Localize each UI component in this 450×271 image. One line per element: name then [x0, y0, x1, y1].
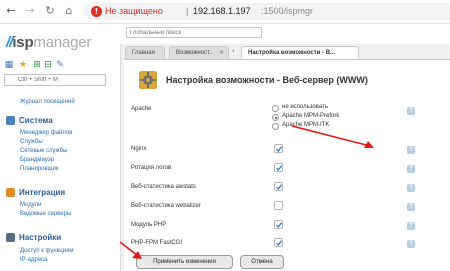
checkmark-icon	[276, 222, 282, 228]
tab-label: Настройка возможности - В...	[248, 50, 336, 56]
browser-toolbar: ← → ↻ ⌂ ! Не защищено | 192.168.1.197 :1…	[0, 0, 450, 24]
grid-icon[interactable]: ▦	[4, 60, 14, 70]
settings-icon	[6, 233, 15, 242]
system-icon	[6, 116, 15, 125]
ispmanager-logo[interactable]: //ispmanager	[6, 34, 91, 51]
tab-label: Возможност..	[176, 50, 213, 56]
radio-label: Apache MPM-Prefork	[282, 113, 340, 119]
close-icon[interactable]: ×	[219, 47, 224, 59]
webalizer-checkbox[interactable]	[274, 201, 283, 210]
sidebar-section-title: Система	[19, 116, 53, 125]
help-icon[interactable]: ?	[407, 107, 415, 115]
help-icon[interactable]: ?	[407, 165, 415, 173]
radio-button[interactable]	[272, 123, 279, 130]
sidebar-item-scheduler[interactable]: Планировщик	[20, 166, 59, 172]
awstats-label: Веб-статистика awstats	[131, 184, 196, 190]
tab-feature-settings[interactable]: Настройка возможности - В...	[241, 46, 359, 59]
apply-changes-button[interactable]: Применить изменения	[136, 255, 233, 269]
chevron-left-icon[interactable]: ‹	[232, 47, 235, 55]
main-area: Главная Возможност.. × ‹ Настройка возмо…	[120, 44, 450, 271]
php-fpm-label: PHP-FPM FastCGI	[131, 240, 183, 246]
help-icon[interactable]: ?	[407, 146, 415, 154]
sidebar-item-firewall[interactable]: Брандмауэр	[20, 157, 54, 163]
radio-label: не использовать	[282, 104, 328, 110]
php-module-label: Модуль PHP	[131, 222, 167, 228]
php-module-checkbox[interactable]	[274, 220, 283, 229]
checkmark-icon	[276, 184, 282, 190]
help-icon[interactable]: ?	[407, 184, 415, 192]
page-title: Настройка возможности - Веб-сервер (WWW)	[166, 75, 368, 85]
expand-icon[interactable]: ⊞	[32, 60, 42, 70]
menu-search-input[interactable]	[4, 74, 106, 86]
cancel-button[interactable]: Отмена	[240, 255, 284, 269]
sidebar-item-visit-log[interactable]: Журнал посещений	[20, 99, 75, 105]
radio-button[interactable]	[272, 114, 279, 121]
pin-icon[interactable]: ✎	[55, 60, 65, 70]
url-host[interactable]: 192.168.1.197	[193, 6, 251, 16]
sidebar-item-network-services[interactable]: Сетевые службы	[20, 148, 67, 154]
checkmark-icon	[276, 146, 282, 152]
sidebar-item-file-manager[interactable]: Менеджер файлов	[20, 130, 73, 136]
gear-icon	[139, 71, 157, 89]
forward-arrow-icon[interactable]: →	[23, 4, 37, 18]
log-rotation-label: Ротация логов	[131, 165, 172, 171]
tab-label: Главная	[132, 50, 155, 56]
sidebar: ▦ ★ ⊞ ⊟ ✎ ⌕ Журнал посещений Система Мен…	[0, 57, 110, 271]
back-arrow-icon[interactable]: ←	[4, 4, 18, 18]
sidebar-item-services[interactable]: Службы	[20, 139, 43, 145]
checkmark-icon	[276, 165, 282, 171]
sidebar-item-ip-addresses[interactable]: IP-адреса	[20, 257, 48, 263]
webalizer-label: Веб-статистика webalizer	[131, 203, 201, 209]
nginx-checkbox[interactable]	[274, 144, 283, 153]
apache-label: Apache	[131, 106, 152, 112]
insecure-label[interactable]: Не защищено	[105, 6, 163, 16]
sidebar-item-modules[interactable]: Модули	[20, 202, 42, 208]
global-search-input[interactable]	[126, 27, 262, 38]
integration-icon	[6, 188, 15, 197]
radio-label: Apache MPM-ITK	[282, 122, 330, 128]
log-rotation-checkbox[interactable]	[274, 163, 283, 172]
star-icon[interactable]: ★	[18, 60, 28, 70]
checkmark-icon	[276, 240, 282, 246]
sidebar-section-title: Настройки	[19, 233, 62, 242]
help-icon[interactable]: ?	[407, 203, 415, 211]
help-icon[interactable]: ?	[407, 240, 415, 248]
sidebar-section-title: Интеграция	[19, 188, 66, 197]
feature-settings-form: Настройка возможности - Веб-сервер (WWW)…	[124, 59, 450, 271]
url-separator: |	[186, 6, 189, 16]
radio-button[interactable]	[272, 105, 279, 112]
warning-icon[interactable]: !	[91, 6, 102, 17]
tab-features[interactable]: Возможност.. ×	[169, 46, 229, 59]
awstats-checkbox[interactable]	[274, 182, 283, 191]
tab-main[interactable]: Главная	[125, 46, 165, 59]
sidebar-item-function-access[interactable]: Доступ к функциям	[20, 248, 73, 254]
home-icon[interactable]: ⌂	[62, 4, 76, 18]
reload-icon[interactable]: ↻	[43, 4, 57, 18]
url-path[interactable]: :1500/ispmgr	[261, 6, 313, 16]
php-fpm-checkbox[interactable]	[274, 238, 283, 247]
collapse-icon[interactable]: ⊟	[43, 60, 53, 70]
nginx-label: Nginx	[131, 146, 147, 152]
address-bar[interactable]: ! Не защищено | 192.168.1.197 :1500/ispm…	[84, 3, 450, 20]
help-icon[interactable]: ?	[407, 222, 415, 230]
sidebar-item-slave-servers[interactable]: Ведомые серверы	[20, 211, 71, 217]
